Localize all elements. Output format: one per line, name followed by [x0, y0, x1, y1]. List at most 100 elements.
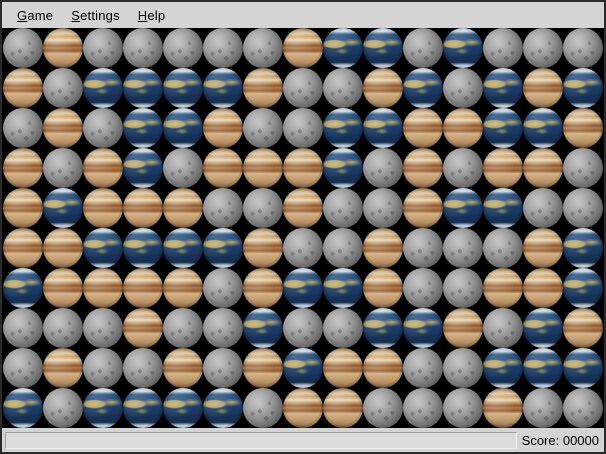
- ball-earth[interactable]: [323, 28, 363, 68]
- ball-earth[interactable]: [523, 108, 563, 148]
- ball-moon[interactable]: [83, 108, 123, 148]
- ball-earth[interactable]: [203, 68, 243, 108]
- ball-moon[interactable]: [203, 188, 243, 228]
- ball-moon[interactable]: [443, 68, 483, 108]
- ball-jupiter[interactable]: [43, 268, 83, 308]
- ball-jupiter[interactable]: [243, 228, 283, 268]
- ball-moon[interactable]: [323, 308, 363, 348]
- ball-jupiter[interactable]: [403, 108, 443, 148]
- ball-moon[interactable]: [283, 308, 323, 348]
- ball-jupiter[interactable]: [323, 388, 363, 428]
- ball-moon[interactable]: [443, 388, 483, 428]
- ball-jupiter[interactable]: [523, 68, 563, 108]
- ball-jupiter[interactable]: [563, 108, 603, 148]
- ball-earth[interactable]: [483, 68, 523, 108]
- ball-moon[interactable]: [83, 308, 123, 348]
- ball-jupiter[interactable]: [363, 348, 403, 388]
- ball-jupiter[interactable]: [523, 148, 563, 188]
- ball-earth[interactable]: [363, 108, 403, 148]
- ball-earth[interactable]: [563, 348, 603, 388]
- ball-moon[interactable]: [443, 268, 483, 308]
- ball-moon[interactable]: [363, 388, 403, 428]
- ball-jupiter[interactable]: [123, 308, 163, 348]
- ball-jupiter[interactable]: [483, 268, 523, 308]
- ball-earth[interactable]: [563, 268, 603, 308]
- ball-earth[interactable]: [83, 388, 123, 428]
- ball-moon[interactable]: [523, 28, 563, 68]
- ball-moon[interactable]: [403, 228, 443, 268]
- ball-jupiter[interactable]: [523, 228, 563, 268]
- ball-moon[interactable]: [3, 348, 43, 388]
- ball-earth[interactable]: [163, 108, 203, 148]
- ball-moon[interactable]: [283, 68, 323, 108]
- ball-jupiter[interactable]: [363, 268, 403, 308]
- ball-moon[interactable]: [443, 228, 483, 268]
- ball-jupiter[interactable]: [283, 28, 323, 68]
- ball-moon[interactable]: [243, 188, 283, 228]
- ball-moon[interactable]: [203, 28, 243, 68]
- ball-moon[interactable]: [443, 348, 483, 388]
- ball-moon[interactable]: [123, 348, 163, 388]
- ball-moon[interactable]: [203, 348, 243, 388]
- menu-help[interactable]: Help: [129, 5, 175, 26]
- ball-moon[interactable]: [203, 268, 243, 308]
- ball-jupiter[interactable]: [363, 68, 403, 108]
- ball-jupiter[interactable]: [283, 188, 323, 228]
- ball-jupiter[interactable]: [483, 148, 523, 188]
- ball-moon[interactable]: [83, 28, 123, 68]
- ball-moon[interactable]: [163, 308, 203, 348]
- ball-jupiter[interactable]: [123, 268, 163, 308]
- ball-jupiter[interactable]: [243, 68, 283, 108]
- ball-earth[interactable]: [323, 148, 363, 188]
- ball-jupiter[interactable]: [443, 108, 483, 148]
- ball-moon[interactable]: [123, 28, 163, 68]
- ball-jupiter[interactable]: [3, 228, 43, 268]
- menu-settings[interactable]: Settings: [62, 5, 129, 26]
- ball-moon[interactable]: [523, 188, 563, 228]
- ball-earth[interactable]: [123, 108, 163, 148]
- ball-moon[interactable]: [403, 348, 443, 388]
- ball-moon[interactable]: [3, 108, 43, 148]
- ball-jupiter[interactable]: [243, 268, 283, 308]
- ball-earth[interactable]: [283, 348, 323, 388]
- ball-moon[interactable]: [443, 148, 483, 188]
- ball-jupiter[interactable]: [163, 348, 203, 388]
- ball-moon[interactable]: [403, 388, 443, 428]
- ball-moon[interactable]: [483, 308, 523, 348]
- ball-jupiter[interactable]: [43, 348, 83, 388]
- ball-moon[interactable]: [243, 388, 283, 428]
- ball-moon[interactable]: [163, 28, 203, 68]
- ball-jupiter[interactable]: [3, 148, 43, 188]
- ball-earth[interactable]: [123, 68, 163, 108]
- ball-jupiter[interactable]: [83, 188, 123, 228]
- ball-moon[interactable]: [563, 188, 603, 228]
- ball-jupiter[interactable]: [163, 268, 203, 308]
- ball-moon[interactable]: [563, 148, 603, 188]
- ball-earth[interactable]: [523, 308, 563, 348]
- ball-jupiter[interactable]: [163, 188, 203, 228]
- ball-earth[interactable]: [83, 228, 123, 268]
- ball-earth[interactable]: [203, 228, 243, 268]
- ball-earth[interactable]: [483, 348, 523, 388]
- ball-earth[interactable]: [163, 388, 203, 428]
- ball-moon[interactable]: [323, 228, 363, 268]
- ball-earth[interactable]: [323, 268, 363, 308]
- ball-moon[interactable]: [363, 148, 403, 188]
- ball-earth[interactable]: [563, 68, 603, 108]
- ball-moon[interactable]: [483, 228, 523, 268]
- ball-jupiter[interactable]: [3, 188, 43, 228]
- ball-earth[interactable]: [163, 228, 203, 268]
- ball-moon[interactable]: [43, 308, 83, 348]
- ball-moon[interactable]: [563, 28, 603, 68]
- ball-earth[interactable]: [483, 108, 523, 148]
- ball-jupiter[interactable]: [123, 188, 163, 228]
- ball-earth[interactable]: [123, 388, 163, 428]
- ball-moon[interactable]: [243, 108, 283, 148]
- ball-jupiter[interactable]: [83, 148, 123, 188]
- ball-moon[interactable]: [203, 308, 243, 348]
- ball-earth[interactable]: [363, 308, 403, 348]
- ball-earth[interactable]: [123, 228, 163, 268]
- ball-moon[interactable]: [243, 28, 283, 68]
- ball-jupiter[interactable]: [523, 268, 563, 308]
- ball-earth[interactable]: [243, 308, 283, 348]
